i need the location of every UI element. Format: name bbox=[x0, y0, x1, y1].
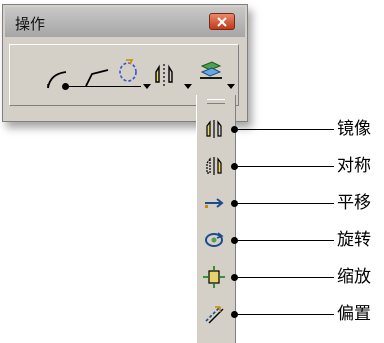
symmetry-icon[interactable] bbox=[150, 60, 180, 90]
callout-line-offset bbox=[236, 314, 334, 315]
title-bar[interactable]: 操作 bbox=[5, 7, 245, 37]
transform-icon[interactable] bbox=[114, 56, 144, 86]
translate-icon[interactable] bbox=[203, 192, 225, 214]
close-icon bbox=[217, 17, 227, 27]
callout-line-translate bbox=[236, 203, 334, 204]
label-offset: 偏置 bbox=[337, 304, 371, 324]
callout-line-toolbar bbox=[66, 86, 141, 87]
analysis-icon[interactable] bbox=[196, 56, 226, 86]
window-title: 操作 bbox=[15, 15, 46, 33]
symmetry-dropdown-arrow[interactable] bbox=[184, 84, 192, 89]
callout-line-scale bbox=[236, 277, 334, 278]
dropdown-grip[interactable] bbox=[207, 99, 225, 104]
label-translate: 平移 bbox=[337, 193, 371, 213]
callout-line-mirror bbox=[236, 129, 334, 130]
analysis-dropdown-arrow[interactable] bbox=[227, 84, 235, 89]
label-symmetry: 对称 bbox=[337, 156, 371, 176]
rotate-icon[interactable] bbox=[203, 229, 225, 251]
fillet-icon[interactable] bbox=[44, 62, 74, 92]
callout-line-rotate bbox=[236, 240, 334, 241]
scale-icon[interactable] bbox=[203, 266, 225, 288]
close-button[interactable] bbox=[209, 13, 235, 30]
offset-icon[interactable] bbox=[203, 303, 225, 325]
label-mirror: 镜像 bbox=[337, 119, 371, 139]
label-rotate: 旋转 bbox=[337, 230, 371, 250]
symmetry-icon[interactable] bbox=[203, 155, 225, 177]
mirror-icon[interactable] bbox=[203, 118, 225, 140]
label-scale: 缩放 bbox=[337, 267, 371, 287]
callout-line-symmetry bbox=[236, 166, 334, 167]
